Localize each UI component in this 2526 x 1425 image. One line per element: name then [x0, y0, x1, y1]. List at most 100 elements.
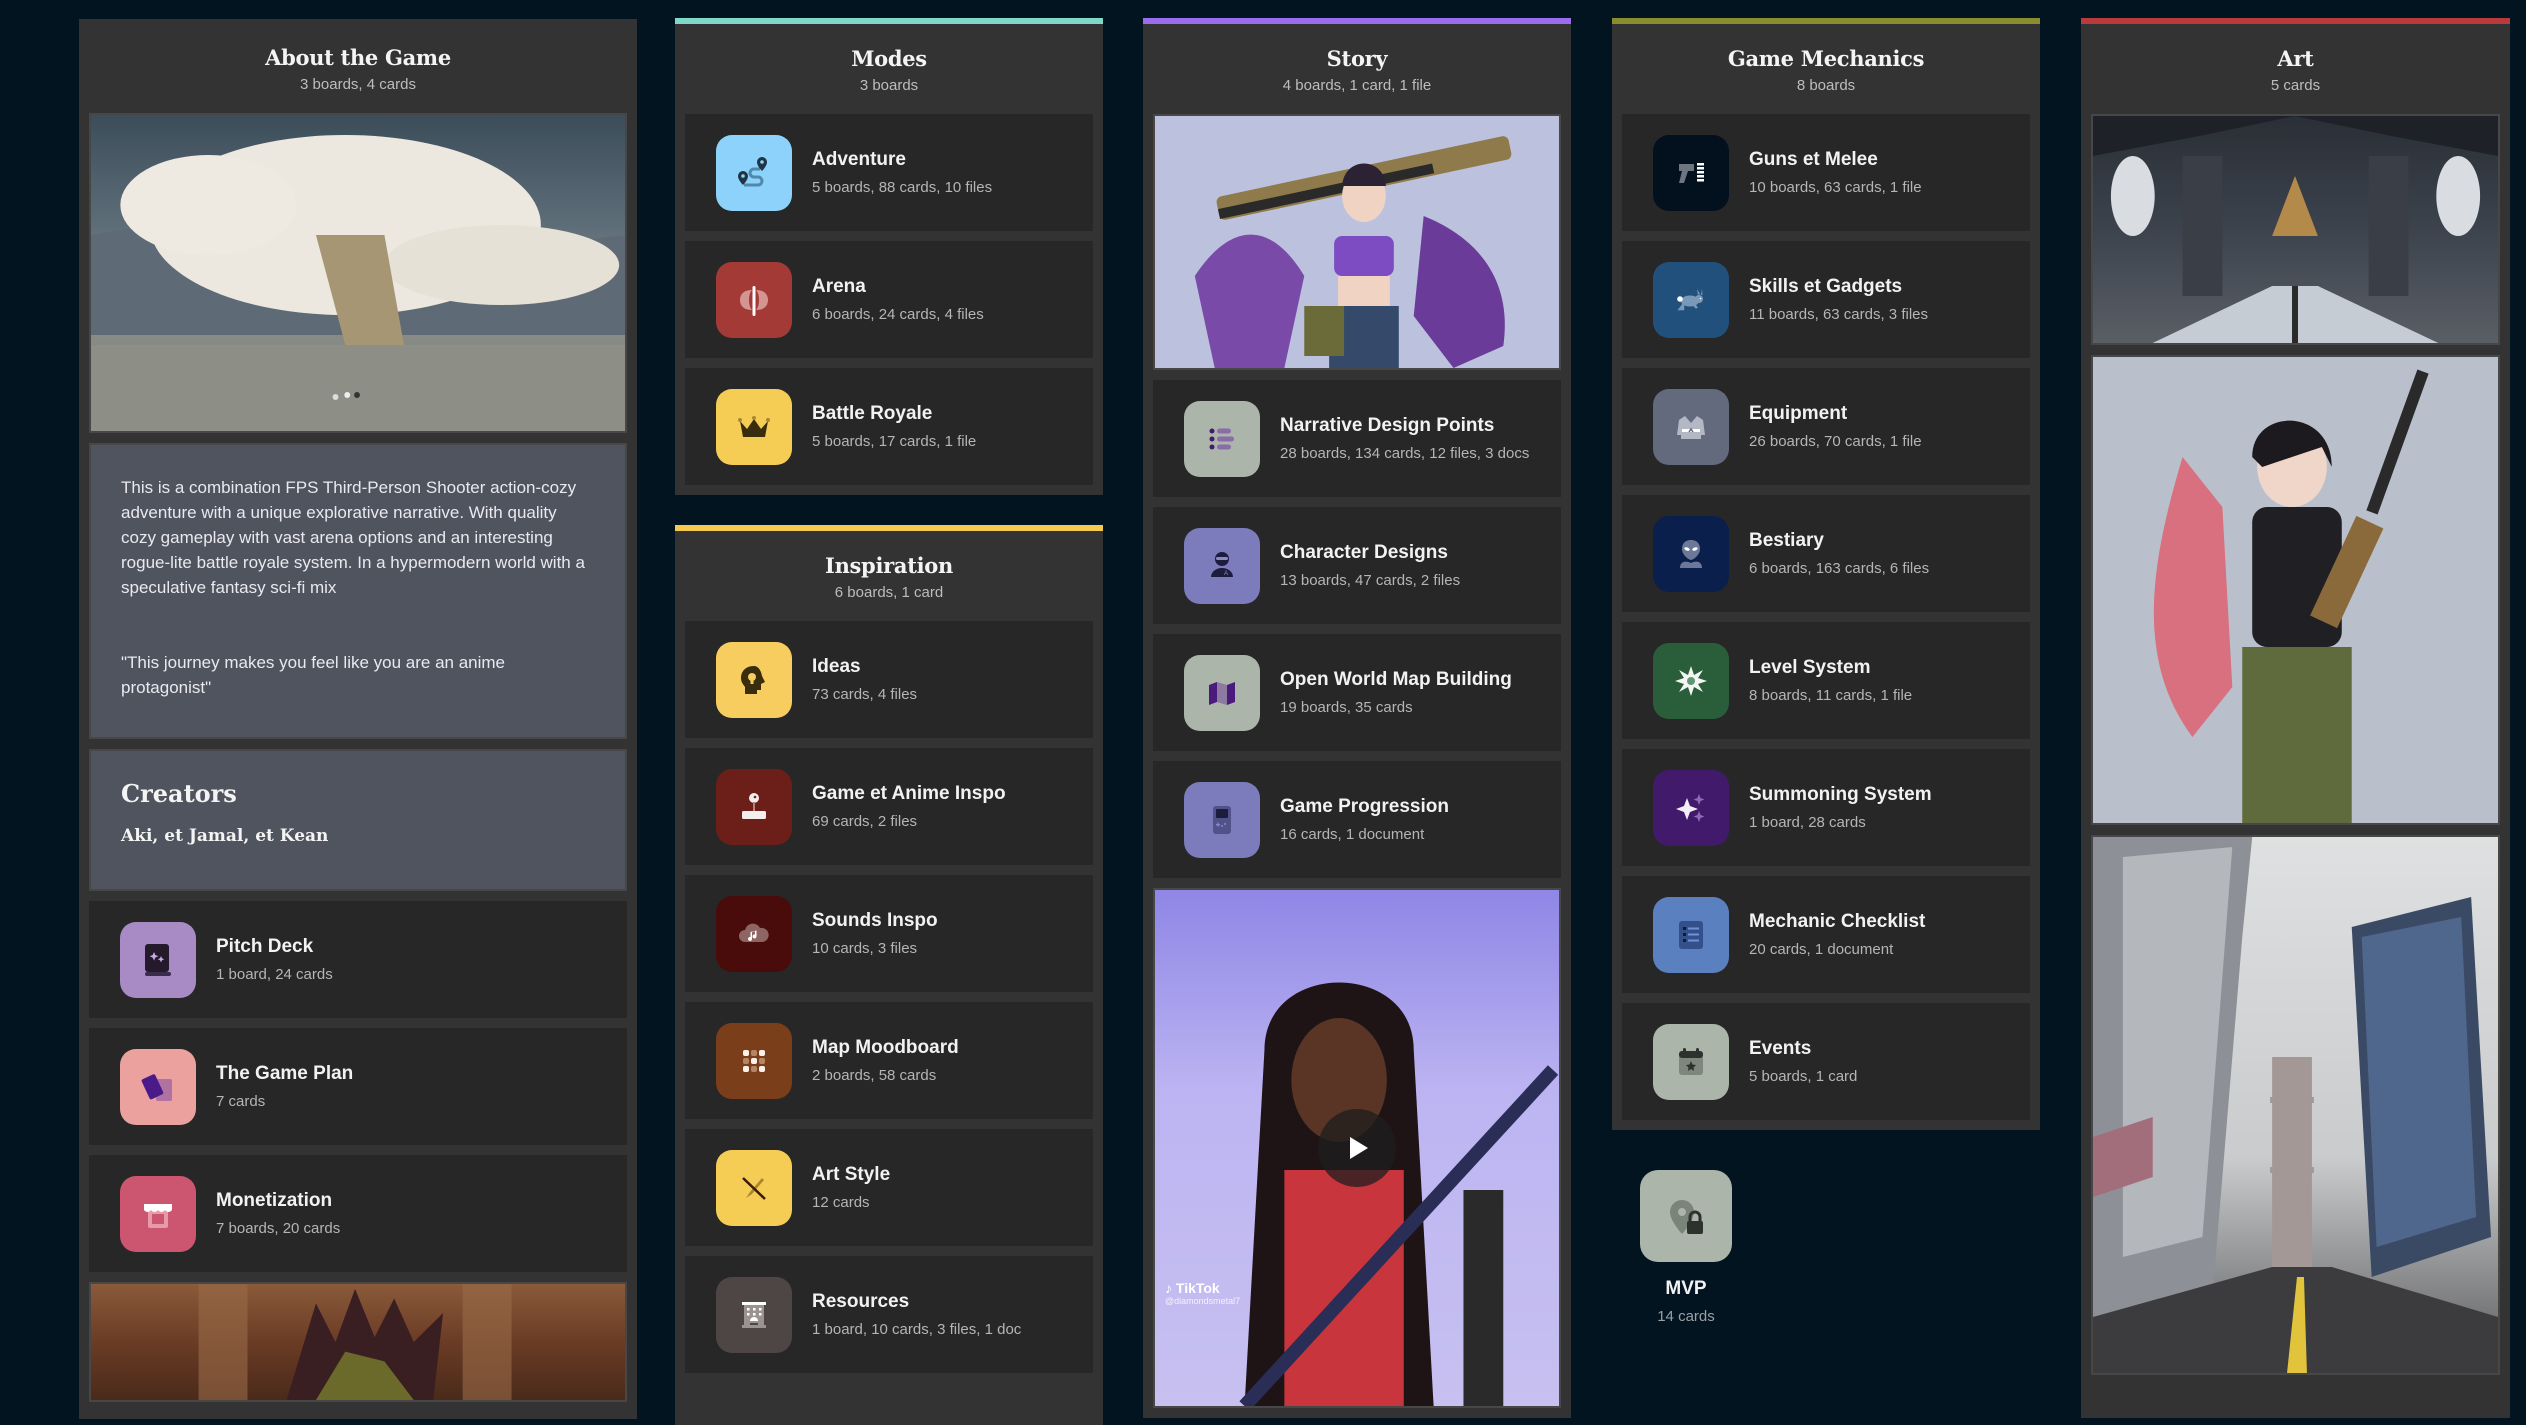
board-title: Summoning System: [1749, 784, 1932, 805]
board-meta: 12 cards: [812, 1194, 870, 1211]
column-header[interactable]: Game Mechanics 8 boards: [1622, 24, 2030, 114]
column-subtitle: 3 boards: [859, 77, 919, 94]
board-skills-et-gadgets[interactable]: Skills et Gadgets 11 boards, 63 cards, 3…: [1622, 241, 2030, 358]
board-title: Character Designs: [1280, 542, 1448, 563]
board-the-game-plan[interactable]: The Game Plan 7 cards: [89, 1028, 627, 1145]
game-quote: "This journey makes you feel like you ar…: [121, 653, 506, 697]
board-title: Sounds Inspo: [812, 910, 938, 931]
board-meta: 5 boards, 1 card: [1749, 1068, 1858, 1085]
board-bestiary[interactable]: Bestiary 6 boards, 163 cards, 6 files: [1622, 495, 2030, 612]
board-title: Bestiary: [1749, 530, 1824, 551]
play-icon: [1350, 1137, 1368, 1159]
route-pins-icon: [716, 134, 792, 211]
board-meta: 73 cards, 4 files: [812, 686, 918, 703]
mvp-title: MVP: [1665, 1278, 1707, 1299]
image-card-gunner-girl[interactable]: [2091, 355, 2500, 825]
column-header[interactable]: Story 4 boards, 1 card, 1 file: [1153, 24, 1561, 114]
about-boards: Pitch Deck 1 board, 24 cards The Game Pl…: [89, 901, 627, 1272]
calendar-star-icon: [1653, 1023, 1729, 1100]
board-title: Battle Royale: [812, 403, 933, 424]
tiktok-handle: @diamondsmetal7: [1165, 1296, 1241, 1306]
board-arena[interactable]: Arena 6 boards, 24 cards, 4 files: [685, 241, 1093, 358]
board-title: The Game Plan: [216, 1063, 354, 1084]
board-meta: 28 boards, 134 cards, 12 files, 3 docs: [1280, 445, 1530, 462]
cloud-music-icon: [716, 895, 792, 972]
joystick-icon: [716, 768, 792, 845]
board-meta: 2 boards, 58 cards: [812, 1067, 937, 1084]
image-card-city-street[interactable]: [2091, 835, 2500, 1375]
column-title: Story: [1326, 46, 1388, 71]
board-title: Adventure: [812, 149, 906, 170]
column-game-mechanics: Game Mechanics 8 boards Guns et Melee 10…: [1612, 18, 2040, 1130]
column-modes: Modes 3 boards Adventure 5 boards, 88 ca…: [675, 18, 1103, 495]
board-pitch-deck[interactable]: Pitch Deck 1 board, 24 cards: [89, 901, 627, 1018]
board-adventure[interactable]: Adventure 5 boards, 88 cards, 10 files: [685, 114, 1093, 231]
grid-dots-icon: [716, 1022, 792, 1099]
creators-note[interactable]: Creators Aki, et Jamal, et Kean: [89, 749, 627, 891]
cards-icon: [120, 1048, 196, 1125]
alien-icon: [1653, 515, 1729, 592]
cathedral-illustration: [2093, 116, 2498, 343]
board-meta: 6 boards, 163 cards, 6 files: [1749, 560, 1930, 577]
board-title: Monetization: [216, 1190, 333, 1211]
board-resources[interactable]: Resources 1 board, 10 cards, 3 files, 1 …: [685, 1256, 1093, 1373]
board-summoning-system[interactable]: Summoning System 1 board, 28 cards: [1622, 749, 2030, 866]
column-header[interactable]: About the Game 3 boards, 4 cards: [89, 19, 627, 113]
dragon-illustration: [198, 1284, 512, 1400]
gunner-illustration: [2153, 369, 2429, 823]
board-open-world-map-building[interactable]: Open World Map Building 19 boards, 35 ca…: [1153, 634, 1561, 751]
image-card-cathedral[interactable]: [2091, 114, 2500, 345]
tiktok-watermark: ♪ TikTok @diamondsmetal7: [1165, 1280, 1240, 1306]
column-header[interactable]: Inspiration 6 boards, 1 card: [685, 531, 1093, 621]
board-meta: 5 boards, 17 cards, 1 file: [812, 433, 977, 450]
game-description: This is a combination FPS Third-Person S…: [121, 478, 585, 597]
board-game-progression[interactable]: Game Progression 16 cards, 1 document: [1153, 761, 1561, 878]
board-narrative-design-points[interactable]: Narrative Design Points 28 boards, 134 c…: [1153, 380, 1561, 497]
board-meta: 8 boards, 11 cards, 1 file: [1749, 687, 1913, 704]
board-battle-royale[interactable]: Battle Royale 5 boards, 17 cards, 1 file: [685, 368, 1093, 485]
pen-nib-slash-icon: [716, 1149, 792, 1226]
column-title: Art: [2277, 46, 2314, 71]
board-title: Resources: [812, 1291, 910, 1312]
board-meta: 5 boards, 88 cards, 10 files: [812, 179, 993, 196]
column-title: Game Mechanics: [1727, 46, 1925, 71]
board-equipment[interactable]: Equipment 26 boards, 70 cards, 1 file: [1622, 368, 2030, 485]
image-card-character-art[interactable]: [1153, 114, 1561, 370]
board-sounds-inspo[interactable]: Sounds Inspo 10 cards, 3 files: [685, 875, 1093, 992]
video-card-tiktok[interactable]: ♪ TikTok @diamondsmetal7: [1153, 888, 1561, 1408]
person-visor-icon: A: [1184, 527, 1260, 604]
rabbit-running-icon: [1653, 261, 1729, 338]
board-title: Equipment: [1749, 403, 1848, 424]
board-mechanic-checklist[interactable]: Mechanic Checklist 20 cards, 1 document: [1622, 876, 2030, 993]
board-art-style[interactable]: Art Style 12 cards: [685, 1129, 1093, 1246]
image-card-dragon[interactable]: [89, 1282, 627, 1402]
checklist-icon: [1653, 896, 1729, 973]
board-title: Guns et Melee: [1749, 149, 1878, 170]
folded-map-icon: [1184, 654, 1260, 731]
board-title: Game Progression: [1280, 796, 1449, 817]
board-events[interactable]: Events 5 boards, 1 card: [1622, 1003, 2030, 1120]
column-header[interactable]: Art 5 cards: [2091, 24, 2500, 114]
board-mvp[interactable]: MVP 14 cards: [1640, 1170, 1732, 1325]
column-header[interactable]: Modes 3 boards: [685, 24, 1093, 114]
board-monetization[interactable]: Monetization 7 boards, 20 cards: [89, 1155, 627, 1272]
board-title: Level System: [1749, 657, 1871, 678]
play-button[interactable]: [1318, 1109, 1396, 1187]
board-title: Events: [1749, 1038, 1812, 1059]
board-ideas[interactable]: Ideas 73 cards, 4 files: [685, 621, 1093, 738]
board-title: Mechanic Checklist: [1749, 911, 1926, 932]
board-title: Open World Map Building: [1280, 669, 1512, 690]
board-game-et-anime-inspo[interactable]: Game et Anime Inspo 69 cards, 2 files: [685, 748, 1093, 865]
column-title: About the Game: [265, 45, 451, 70]
column-subtitle: 3 boards, 4 cards: [300, 76, 416, 93]
description-note[interactable]: This is a combination FPS Third-Person S…: [89, 443, 627, 739]
board-map-moodboard[interactable]: Map Moodboard 2 boards, 58 cards: [685, 1002, 1093, 1119]
board-meta: 20 cards, 1 document: [1749, 941, 1894, 958]
board-meta: 13 boards, 47 cards, 2 files: [1280, 572, 1461, 589]
city-illustration: [2093, 837, 2498, 1373]
board-character-designs[interactable]: A Character Designs 13 boards, 47 cards,…: [1153, 507, 1561, 624]
board-level-system[interactable]: Level System 8 boards, 11 cards, 1 file: [1622, 622, 2030, 739]
board-guns-et-melee[interactable]: Guns et Melee 10 boards, 63 cards, 1 fil…: [1622, 114, 2030, 231]
battle-axe-icon: [716, 261, 792, 338]
image-card-nine-tailed-beast[interactable]: [89, 113, 627, 433]
